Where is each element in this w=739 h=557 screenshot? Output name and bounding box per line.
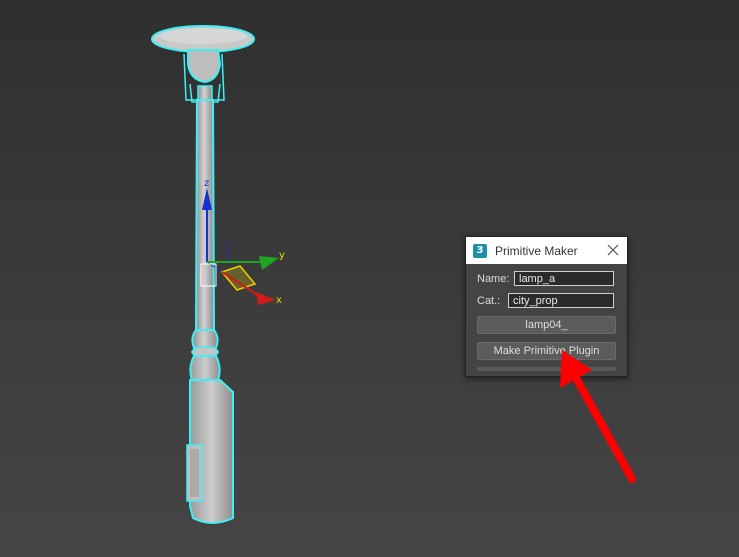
xy-plane-handle[interactable] [220,265,257,291]
object-pick-button[interactable]: lamp04_ [477,316,616,334]
lamp-head[interactable] [187,49,222,84]
x-axis-arrow[interactable] [256,292,276,305]
name-input[interactable] [514,271,614,286]
category-label: Cat.: [477,294,501,307]
y-axis-arrow[interactable] [259,256,279,270]
make-primitive-plugin-button[interactable]: Make Primitive Plugin [477,342,616,360]
scene-canvas[interactable]: z y x [0,0,739,557]
category-row: Cat.: [477,293,614,308]
z-axis-label: z [204,178,209,189]
name-row: Name: [477,271,614,286]
lamp-pole[interactable] [194,99,216,331]
app-logo-icon: 3 [473,243,487,258]
y-axis-label: y [279,250,285,261]
category-input[interactable] [508,293,614,308]
name-label: Name: [477,272,510,285]
primitive-maker-dialog[interactable]: 3 Primitive Maker Name: Cat.: lamp04_ Ma… [465,236,628,377]
progress-bar [477,367,616,371]
close-icon[interactable] [605,242,621,258]
dialog-title: Primitive Maker [495,243,578,258]
x-axis-label: x [276,295,282,306]
3d-viewport[interactable]: z y x 3 Primitive Maker Name: lamp_a Cat… [0,0,739,557]
dialog-titlebar[interactable]: 3 Primitive Maker [466,237,627,264]
